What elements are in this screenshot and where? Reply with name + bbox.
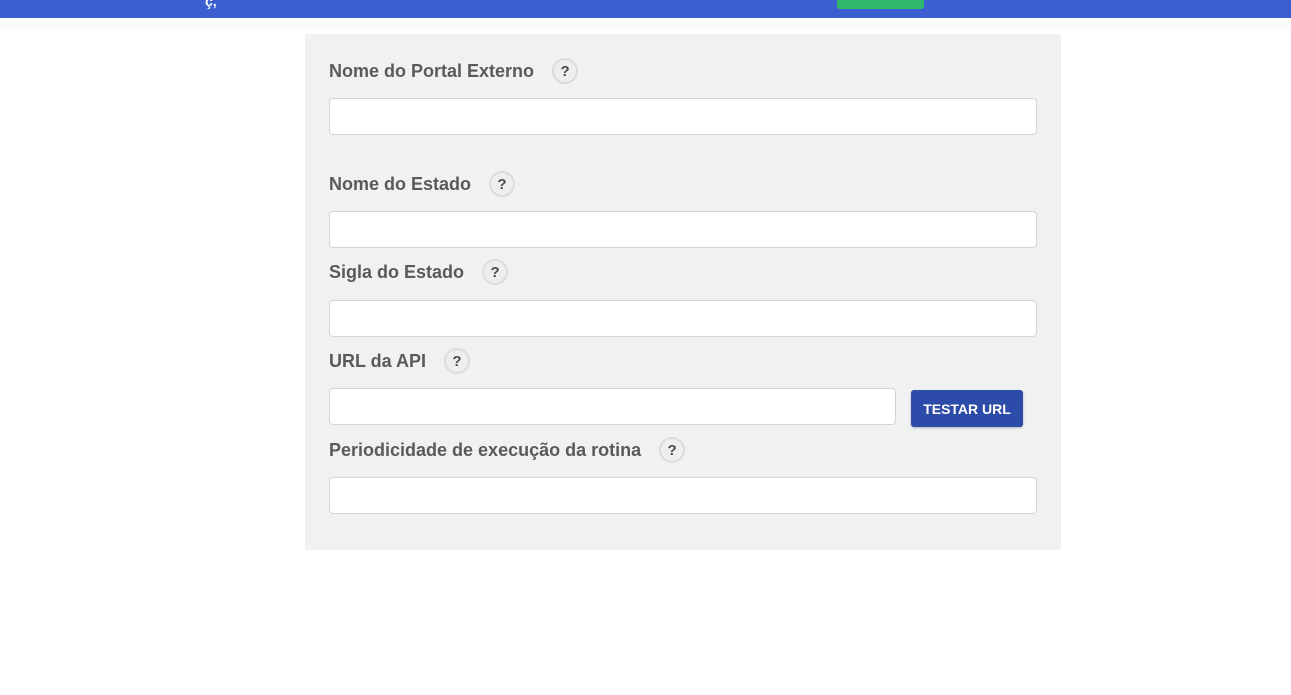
navbar-shadow [0,18,1291,30]
schedule-input[interactable] [329,477,1037,514]
api-url-label: URL da API [329,350,427,371]
state-abbr-input[interactable] [329,300,1037,337]
portal-name-input[interactable] [329,98,1037,135]
portal-name-label: Nome do Portal Externo [329,60,535,81]
state-name-label: Nome do Estado [329,173,472,194]
navbar-action-button[interactable] [837,0,924,9]
navbar-title-fragment: ç, [205,0,217,9]
schedule-label: Periodicidade de execução da rotina [329,439,642,460]
state-abbr-label-row: Sigla do Estado ? [329,258,509,286]
portal-name-label-row: Nome do Portal Externo ? [329,57,579,85]
state-name-input[interactable] [329,211,1037,248]
state-abbr-label: Sigla do Estado [329,261,465,282]
schedule-label-row: Periodicidade de execução da rotina ? [329,436,686,464]
api-url-label-row: URL da API ? [329,347,471,375]
state-abbr-help-icon[interactable]: ? [482,259,509,285]
test-url-button[interactable]: TESTAR URL [911,390,1023,427]
state-name-help-icon[interactable]: ? [489,171,516,197]
top-navbar: ç, [0,0,1291,18]
portal-name-help-icon[interactable]: ? [552,58,579,84]
portal-form-panel: Nome do Portal Externo ? Nome do Estado … [305,34,1061,550]
api-url-input[interactable] [329,388,896,425]
schedule-help-icon[interactable]: ? [659,437,686,463]
api-url-help-icon[interactable]: ? [444,348,471,374]
state-name-label-row: Nome do Estado ? [329,170,516,198]
